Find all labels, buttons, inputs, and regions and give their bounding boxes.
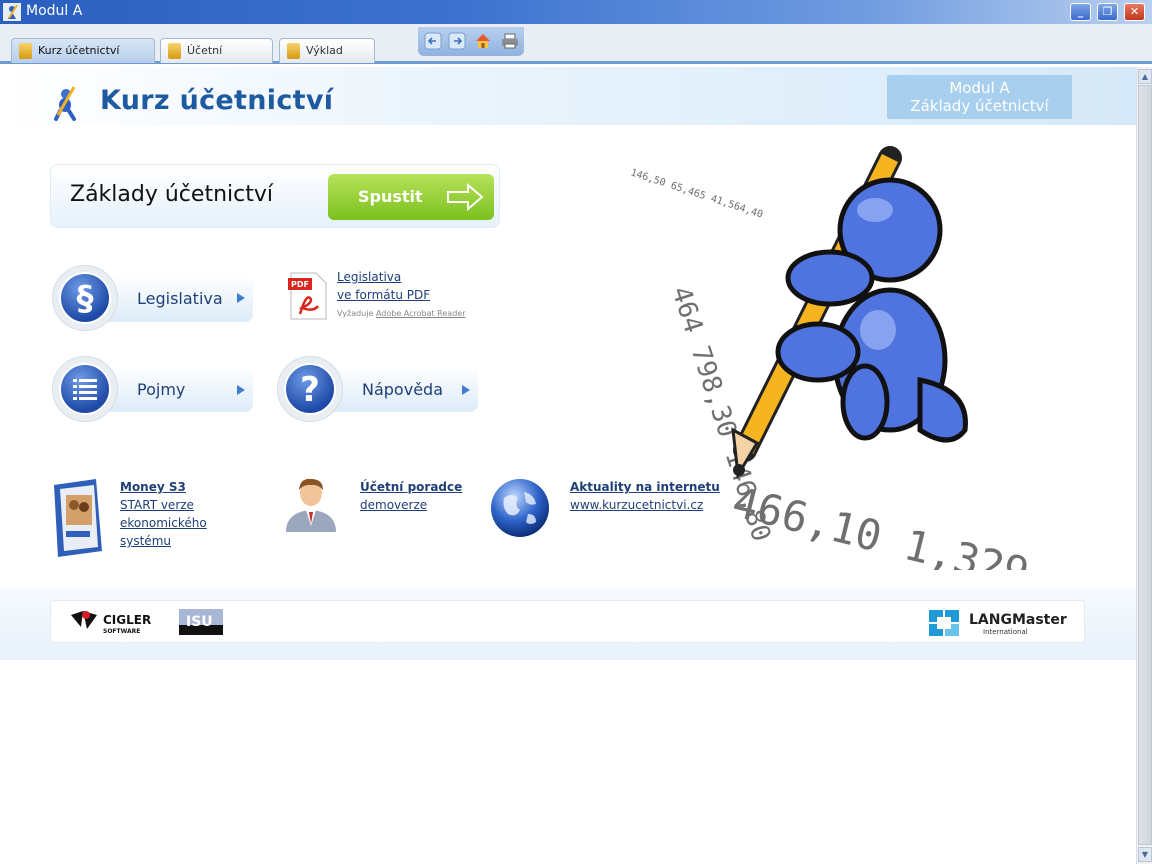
- ucetni-poradce-link[interactable]: Účetní poradce: [360, 480, 462, 494]
- page-title: Kurz účetnictví: [100, 85, 334, 116]
- pojmy-circle[interactable]: [52, 356, 118, 422]
- module-badge-line1: Modul A: [949, 79, 1010, 97]
- vertical-scrollbar[interactable]: ▲ ▼: [1136, 67, 1152, 864]
- cigler-logo: CIGLER SOFTWARE: [71, 611, 151, 635]
- tab-vyklad-pojmu[interactable]: Výklad pojmů: [279, 38, 375, 81]
- aktuality-link[interactable]: Aktuality na internetu: [570, 480, 720, 494]
- play-arrow-icon: [237, 293, 245, 303]
- arrow-right-icon: [447, 182, 484, 212]
- langmaster-logo: LANGMaster International: [929, 610, 1067, 636]
- website-link[interactable]: www.kurzucetnictvi.cz: [570, 498, 703, 512]
- svg-text:LANGMaster: LANGMaster: [969, 612, 1067, 628]
- globe-icon[interactable]: [490, 478, 550, 538]
- notebook-icon: [19, 43, 32, 59]
- pojmy-label[interactable]: Pojmy: [137, 380, 185, 399]
- notebook-icon: [168, 43, 181, 59]
- print-icon[interactable]: [501, 32, 519, 50]
- app-icon: [3, 3, 21, 21]
- restore-button[interactable]: ❐: [1097, 3, 1118, 21]
- pdf-requirement-note: Vyžaduje Adobe Acrobat Reader: [337, 309, 466, 318]
- minimize-button[interactable]: _: [1070, 3, 1091, 21]
- forward-icon[interactable]: [448, 32, 466, 50]
- start-button[interactable]: Spustit: [328, 174, 494, 220]
- money-s3-box-icon[interactable]: [50, 477, 106, 559]
- scroll-up-button[interactable]: ▲: [1138, 69, 1152, 84]
- list-icon: [59, 363, 111, 415]
- scroll-thumb[interactable]: [1138, 85, 1152, 845]
- advisor-person-icon[interactable]: [282, 476, 340, 532]
- window-titlebar: Modul A _ ❐ ✕: [0, 0, 1152, 24]
- legislativa-circle[interactable]: §: [52, 265, 118, 331]
- money-s3-link[interactable]: Money S3: [120, 480, 186, 494]
- pdf-icon[interactable]: PDF: [288, 272, 328, 320]
- svg-text:International: International: [983, 628, 1028, 636]
- close-button[interactable]: ✕: [1124, 3, 1145, 21]
- legislativa-label[interactable]: Legislativa: [137, 289, 223, 308]
- tab-kurz-modul-a[interactable]: Kurz účetnictví Modul A: [11, 38, 155, 81]
- footer-logos: CIGLER SOFTWARE ISU LANGMaster Internati…: [50, 600, 1085, 643]
- back-icon[interactable]: [424, 32, 442, 50]
- home-icon[interactable]: [474, 32, 492, 50]
- module-badge-line2: Základy účetnictví: [910, 97, 1049, 115]
- notebook-icon: [287, 43, 300, 59]
- acrobat-reader-link[interactable]: Adobe Acrobat Reader: [376, 309, 466, 318]
- pdf-link-line1[interactable]: Legislativa: [337, 270, 401, 284]
- illustration-numbers-big: 466,10 1,329: [728, 477, 1034, 570]
- money-s3-line1[interactable]: START verze: [120, 498, 194, 512]
- pdf-link-line2[interactable]: ve formátu PDF: [337, 288, 430, 302]
- illustration-numbers-small: 146,50 65,465 41,564,40: [629, 167, 764, 220]
- napoveda-label[interactable]: Nápověda: [362, 380, 443, 399]
- window-title: Modul A: [26, 3, 83, 19]
- tab-bar: Kurz účetnictví Modul A Účetní legislati…: [0, 24, 1152, 81]
- svg-text:SOFTWARE: SOFTWARE: [103, 628, 140, 635]
- svg-text:CIGLER: CIGLER: [103, 613, 151, 627]
- toolbar: [418, 27, 524, 56]
- module-badge: Modul A Základy účetnictví: [887, 75, 1072, 119]
- pdf-requirement-prefix: Vyžaduje: [337, 309, 374, 318]
- course-logo-icon: [54, 86, 76, 121]
- tab-ucetni-legislativa[interactable]: Účetní legislativa: [160, 38, 273, 81]
- svg-text:ISU: ISU: [186, 614, 213, 630]
- start-title: Základy účetnictví: [70, 182, 273, 207]
- svg-text:PDF: PDF: [291, 280, 309, 289]
- question-icon: ?: [284, 363, 336, 415]
- play-arrow-icon: [462, 385, 470, 395]
- isu-logo: ISU: [179, 609, 223, 635]
- money-s3-line3[interactable]: systému: [120, 534, 171, 548]
- money-s3-line2[interactable]: ekonomického: [120, 516, 207, 530]
- scroll-down-button[interactable]: ▼: [1138, 847, 1152, 862]
- start-button-label: Spustit: [358, 187, 423, 206]
- paragraph-icon: §: [59, 272, 111, 324]
- napoveda-circle[interactable]: ?: [277, 356, 343, 422]
- play-arrow-icon: [237, 385, 245, 395]
- ucetni-poradce-demo-link[interactable]: demoverze: [360, 498, 427, 512]
